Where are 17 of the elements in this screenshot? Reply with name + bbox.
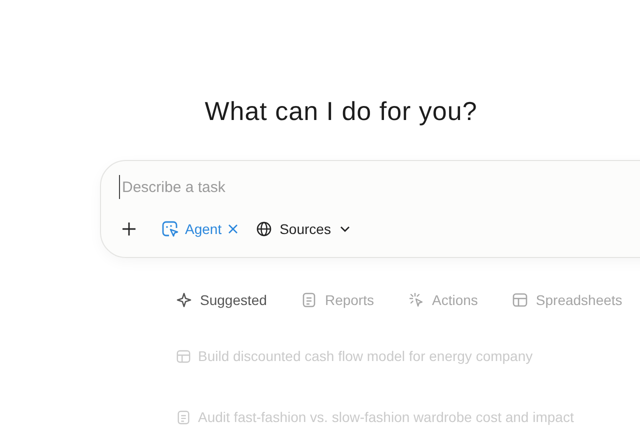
category-tab[interactable]: Spreadsheets [512, 292, 622, 308]
category-tab[interactable]: Actions [408, 292, 478, 308]
cursor-click-icon [408, 292, 424, 308]
category-tab[interactable]: Suggested [176, 292, 267, 308]
close-icon[interactable] [228, 224, 238, 234]
category-tab[interactable]: Reports [300, 292, 374, 308]
document-icon [176, 410, 191, 424]
task-input-field[interactable]: Describe a task [119, 175, 522, 199]
agent-mode-label: Agent [185, 221, 222, 237]
document-icon [300, 292, 317, 308]
table-icon [512, 292, 528, 308]
sources-dropdown[interactable]: Sources [256, 221, 351, 237]
globe-icon [256, 221, 272, 237]
table-icon [176, 348, 191, 364]
agent-icon [161, 220, 179, 238]
sparkle-icon [176, 292, 192, 308]
page-heading: What can I do for you? [204, 96, 478, 127]
